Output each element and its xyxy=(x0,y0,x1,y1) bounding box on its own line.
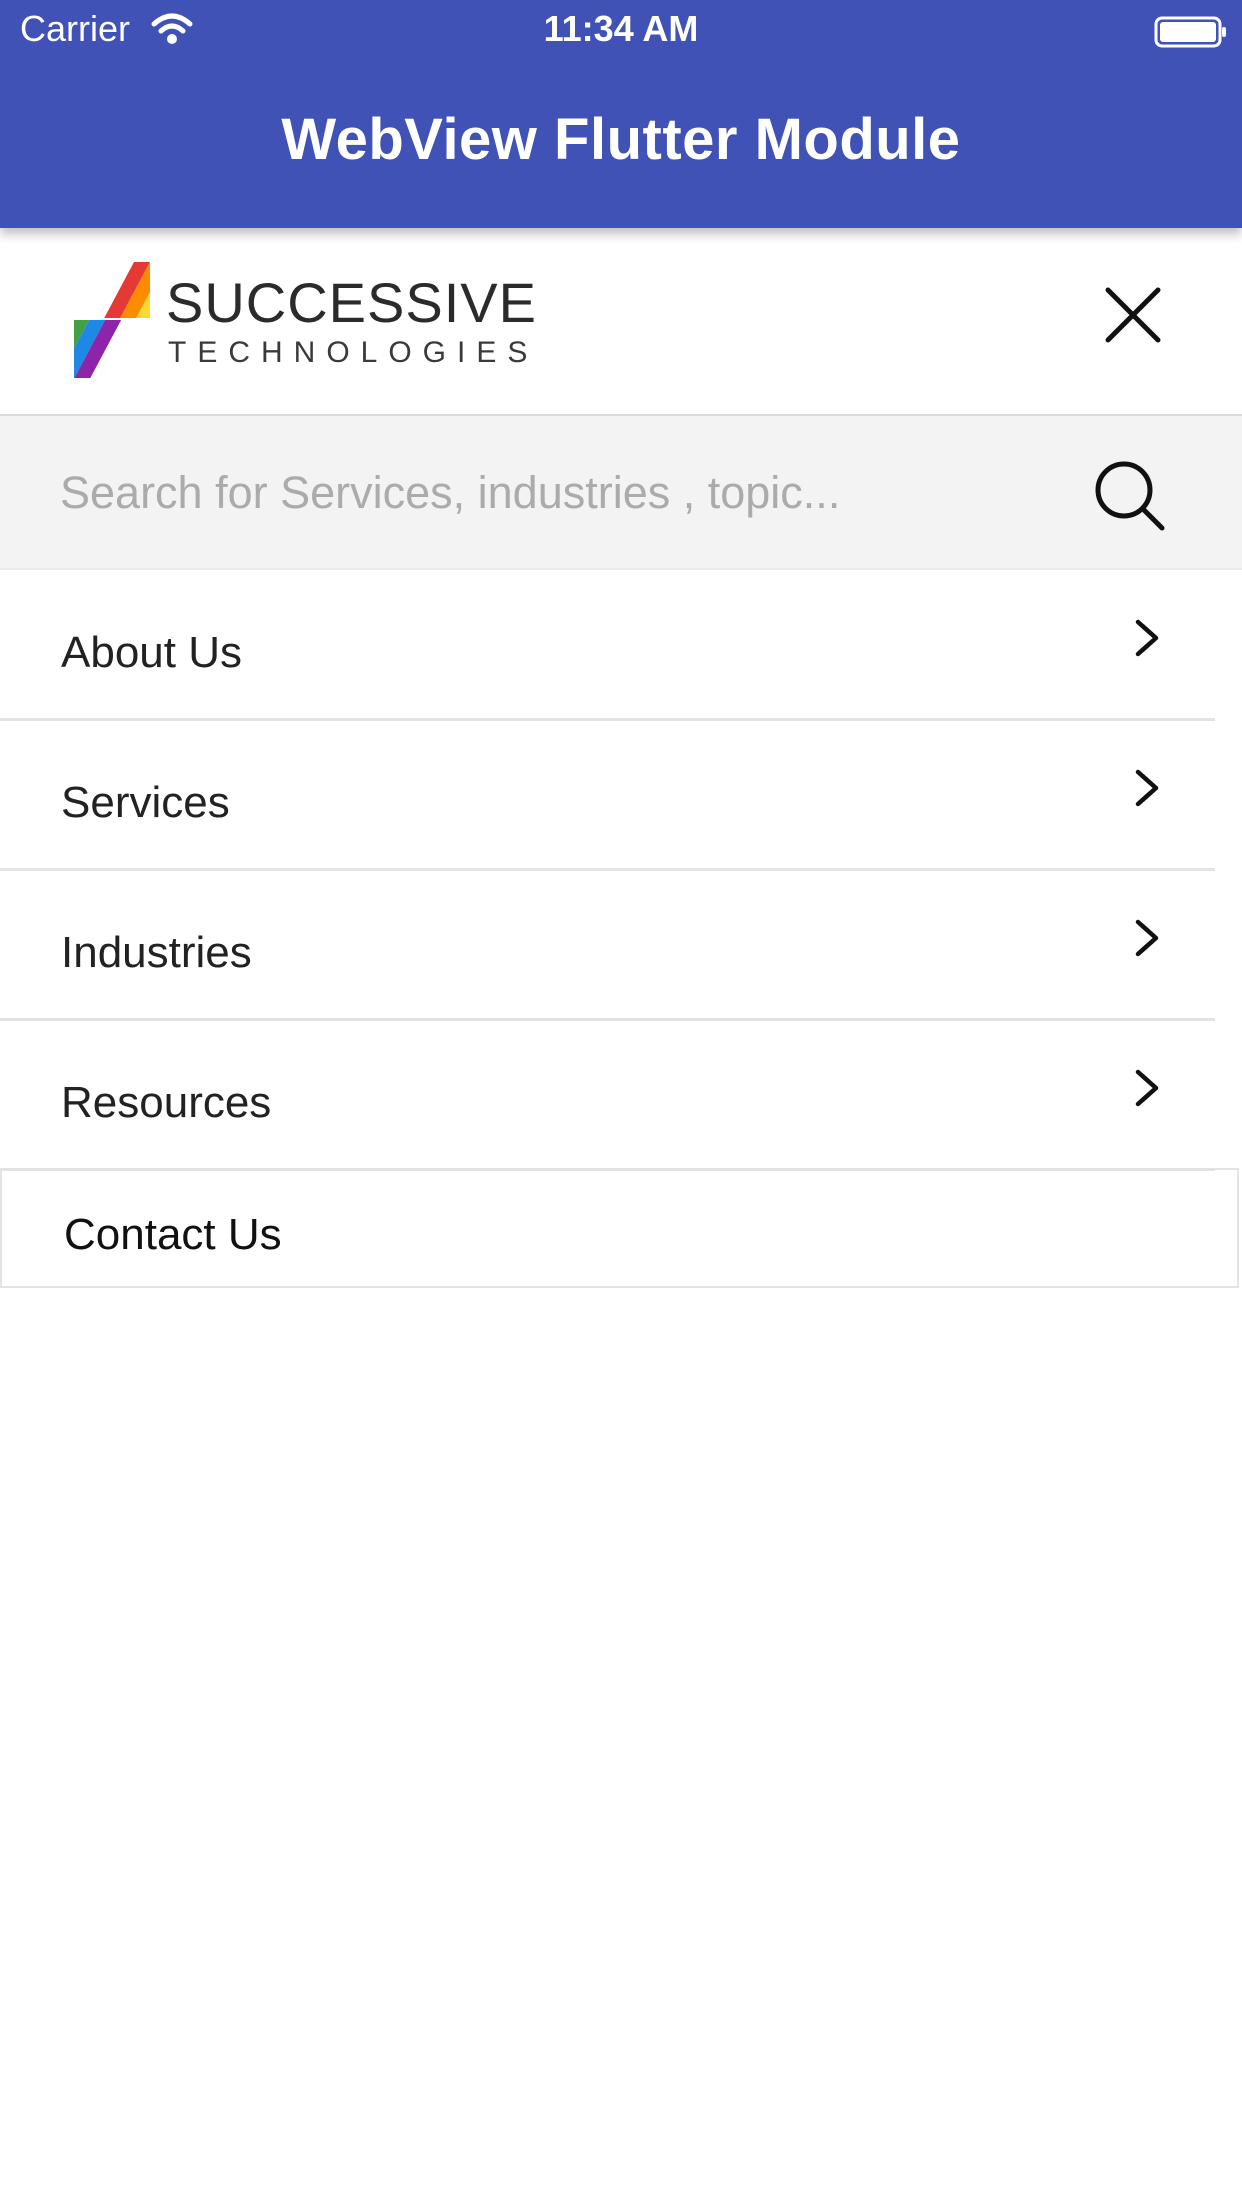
menu-item-about-us[interactable]: About Us xyxy=(0,570,1215,721)
contact-us-label: Contact Us xyxy=(64,1210,282,1259)
search-icon[interactable] xyxy=(1090,456,1170,536)
logo-wordmark: SUCCESSIVE xyxy=(166,271,537,334)
menu-item-label: Resources xyxy=(61,1078,272,1127)
app-bar: Carrier 11:34 AM WebView Flutter Module xyxy=(0,0,1242,228)
logo-subtitle: TECHNOLOGIES xyxy=(168,336,539,369)
menu-item-contact-us[interactable]: Contact Us xyxy=(0,1168,1239,1288)
menu-item-label: Services xyxy=(61,778,230,827)
app-title: WebView Flutter Module xyxy=(281,107,961,172)
menu-item-services[interactable]: Services xyxy=(0,720,1215,871)
chevron-right-icon xyxy=(1135,1069,1159,1107)
chevron-right-icon xyxy=(1135,769,1159,807)
menu-item-label: About Us xyxy=(61,628,242,677)
logo-mark xyxy=(74,262,150,378)
close-icon[interactable] xyxy=(1098,280,1168,350)
search-input[interactable] xyxy=(58,444,1042,542)
menu-item-label: Industries xyxy=(61,928,252,977)
menu-item-industries[interactable]: Industries xyxy=(0,870,1215,1021)
status-bar: Carrier 11:34 AM xyxy=(0,0,1242,60)
chevron-right-icon xyxy=(1135,619,1159,657)
chevron-right-icon xyxy=(1135,919,1159,957)
battery-icon xyxy=(1154,16,1226,48)
menu-item-resources[interactable]: Resources xyxy=(0,1020,1215,1171)
status-time: 11:34 AM xyxy=(543,8,699,49)
